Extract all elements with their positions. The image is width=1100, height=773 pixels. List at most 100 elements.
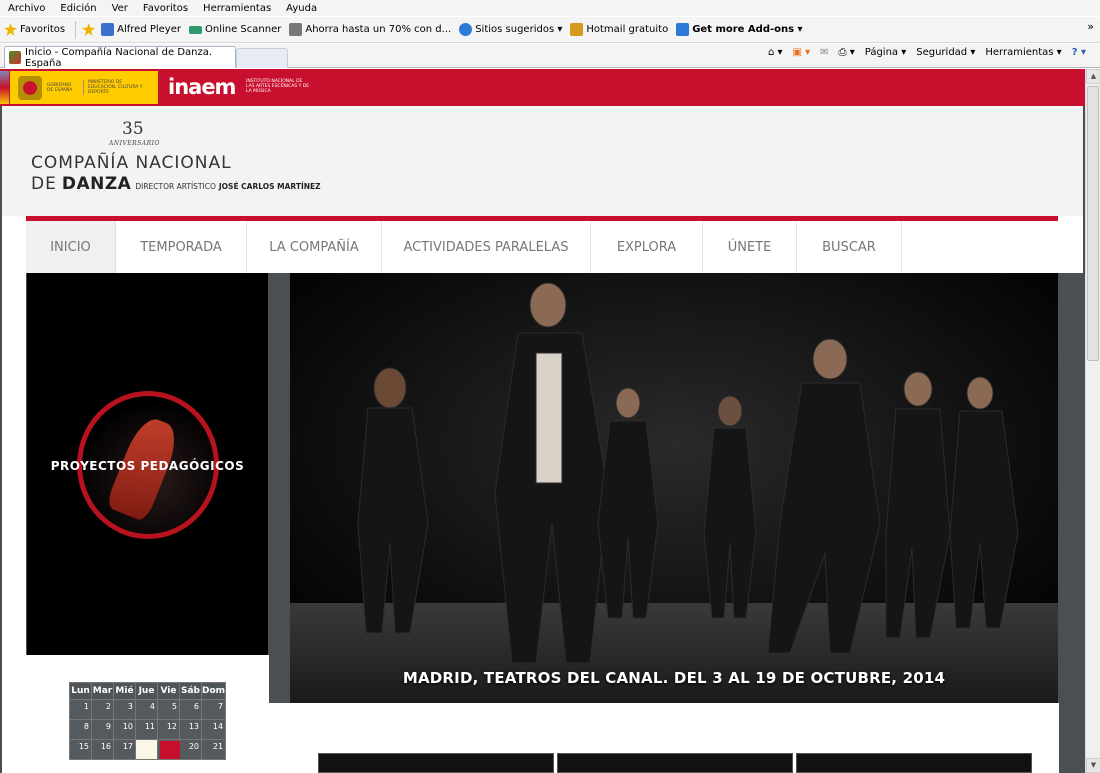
site-header: 35 ANIVERSARIO COMPAÑÍA NACIONAL DE DANZ…: [2, 106, 1083, 216]
divider: [75, 20, 77, 39]
calendar-day-event[interactable]: 12: [157, 719, 180, 740]
calendar-day[interactable]: 13: [179, 719, 202, 740]
security-menu[interactable]: Seguridad ▾: [916, 47, 975, 58]
gobierno-text: GOBIERNO DE ESPAÑA: [47, 82, 73, 93]
calendar-day[interactable]: 9: [91, 719, 114, 740]
calendar-day-header: Lun: [69, 682, 92, 700]
coat-of-arms-icon: [18, 75, 42, 100]
tab-inicio[interactable]: Inicio - Compañía Nacional de Danza. Esp…: [4, 46, 236, 69]
page-icon: [676, 23, 690, 36]
calendar-day[interactable]: 2: [91, 699, 114, 720]
home-icon[interactable]: ⌂ ▾: [768, 47, 783, 58]
favorite-label: Get more Add-ons ▾: [692, 24, 803, 35]
favorite-label: Online Scanner: [205, 24, 282, 35]
calendar-day-today[interactable]: [135, 739, 158, 760]
rss-icon[interactable]: ▣ ▾: [793, 47, 811, 58]
thumbnail-row: [318, 753, 1035, 773]
menu-bar: Archivo Edición Ver Favoritos Herramient…: [0, 0, 1100, 16]
calendar-day[interactable]: 16: [91, 739, 114, 760]
favorite-get-addons[interactable]: Get more Add-ons ▾: [676, 23, 803, 36]
add-favorite-icon[interactable]: [82, 23, 96, 36]
nav-unete[interactable]: ÚNETE: [703, 221, 797, 273]
calendar-day[interactable]: 8: [69, 719, 92, 740]
promo-proyectos-pedagogicos[interactable]: PROYECTOS PEDAGÓGICOS: [27, 273, 268, 655]
menu-ayuda[interactable]: Ayuda: [286, 3, 317, 14]
favorite-sitios-sugeridos[interactable]: Sitios sugeridos ▾: [459, 23, 562, 36]
hero-caption: MADRID, TEATROS DEL CANAL. DEL 3 AL 19 D…: [402, 669, 946, 687]
calendar-week-row: 8 9 10 11 12 13 14: [69, 719, 227, 740]
print-icon[interactable]: ⎙ ▾: [839, 47, 855, 58]
more-chevron-icon[interactable]: »: [1087, 20, 1094, 33]
brand-line1[interactable]: COMPAÑÍA NACIONAL: [31, 153, 232, 173]
nav-actividades-paralelas[interactable]: ACTIVIDADES PARALELAS: [382, 221, 591, 273]
hero-slideshow[interactable]: MADRID, TEATROS DEL CANAL. DEL 3 AL 19 D…: [290, 273, 1058, 703]
page-icon: [570, 23, 584, 36]
page: 35 ANIVERSARIO COMPAÑÍA NACIONAL DE DANZ…: [2, 106, 1083, 773]
nav-buscar[interactable]: BUSCAR: [797, 221, 902, 273]
calendar-day[interactable]: 10: [113, 719, 136, 740]
anniversary-label: ANIVERSARIO: [109, 140, 160, 147]
favorite-label: Alfred Pleyer: [117, 24, 181, 35]
scroll-down-arrow-icon[interactable]: ▼: [1086, 758, 1100, 773]
calendar-day[interactable]: 17: [113, 739, 136, 760]
gov-strip: [0, 71, 9, 104]
calendar-week-row: 15 16 17 19 20 21: [69, 739, 227, 760]
tools-menu[interactable]: Herramientas ▾: [985, 47, 1061, 58]
favorite-label: Hotmail gratuito: [586, 24, 669, 35]
anniversary-number: 35: [122, 119, 144, 139]
nav-la-compania[interactable]: LA COMPAÑÍA: [247, 221, 382, 273]
thumbnail-card[interactable]: [796, 753, 1032, 773]
favorite-label: Ahorra hasta un 70% con d...: [305, 24, 452, 35]
calendar-day[interactable]: 21: [200, 739, 227, 760]
favorite-alfred-pleyer[interactable]: Alfred Pleyer: [101, 23, 181, 36]
menu-herramientas[interactable]: Herramientas: [203, 3, 271, 14]
favorite-ahorra[interactable]: Ahorra hasta un 70% con d...: [289, 23, 451, 36]
main-content: PROYECTOS PEDAGÓGICOS MADRID, TEATROS DE…: [2, 273, 1083, 773]
promo-label: PROYECTOS PEDAGÓGICOS: [50, 459, 245, 473]
help-menu[interactable]: ? ▾: [1072, 47, 1086, 58]
thumbnail-card[interactable]: [557, 753, 793, 773]
calendar-day[interactable]: 5: [157, 699, 180, 720]
inaem-logo[interactable]: inaem: [168, 75, 236, 99]
calendar-day[interactable]: 14: [200, 719, 227, 740]
favorite-online-scanner[interactable]: Online Scanner: [189, 24, 281, 35]
favorites-button[interactable]: Favoritos: [4, 23, 65, 36]
favorite-hotmail[interactable]: Hotmail gratuito: [570, 23, 668, 36]
menu-archivo[interactable]: Archivo: [8, 3, 45, 14]
nav-inicio[interactable]: INICIO: [26, 221, 116, 273]
menu-edicion[interactable]: Edición: [60, 3, 96, 14]
calendar-day-header: Dom: [200, 682, 227, 700]
site-favicon-icon: [9, 51, 22, 64]
g-icon: [289, 23, 303, 36]
gobierno-logo[interactable]: GOBIERNO DE ESPAÑA MINISTERIO DE EDUCACI…: [10, 71, 158, 104]
mail-icon[interactable]: ✉: [820, 47, 828, 58]
scroll-up-arrow-icon[interactable]: ▲: [1086, 69, 1100, 84]
page-menu[interactable]: Página ▾: [865, 47, 907, 58]
calendar-day[interactable]: 6: [179, 699, 202, 720]
director-label: DIRECTOR ARTÍSTICO: [135, 182, 216, 191]
thumbnail-card[interactable]: [318, 753, 554, 773]
new-tab-button[interactable]: [236, 48, 288, 68]
inaem-full-name: INSTITUTO NACIONAL DE LAS ARTES ESCÉNICA…: [246, 79, 310, 94]
menu-favoritos[interactable]: Favoritos: [143, 3, 188, 14]
menu-ver[interactable]: Ver: [112, 3, 128, 14]
vertical-scrollbar[interactable]: ▲ ▼: [1085, 69, 1100, 773]
calendar-day[interactable]: 7: [200, 699, 227, 720]
calendar-day[interactable]: 3: [113, 699, 136, 720]
calendar-day-header: Mié: [113, 682, 136, 700]
calendar-day[interactable]: 20: [179, 739, 202, 760]
calendar-header-row: Lun Mar Mié Jue Vie Sáb Dom: [69, 682, 227, 700]
scroll-thumb[interactable]: [1087, 86, 1099, 361]
command-bar: ⌂ ▾ ▣ ▾ ✉ ⎙ ▾ Página ▾ Seguridad ▾ Herra…: [758, 47, 1086, 58]
calendar-day-header: Sáb: [179, 682, 202, 700]
scanner-icon: [189, 25, 202, 34]
calendar-day[interactable]: 1: [69, 699, 92, 720]
calendar-event-marker[interactable]: [160, 741, 180, 759]
brand-line2[interactable]: DE DANZA DIRECTOR ARTÍSTICO JOSÉ CARLOS …: [31, 174, 321, 194]
calendar-day[interactable]: 15: [69, 739, 92, 760]
calendar-day[interactable]: 11: [135, 719, 158, 740]
joomla-icon: [101, 23, 115, 36]
nav-explora[interactable]: EXPLORA: [591, 221, 703, 273]
calendar-day[interactable]: 4: [135, 699, 158, 720]
nav-temporada[interactable]: TEMPORADA: [116, 221, 247, 273]
